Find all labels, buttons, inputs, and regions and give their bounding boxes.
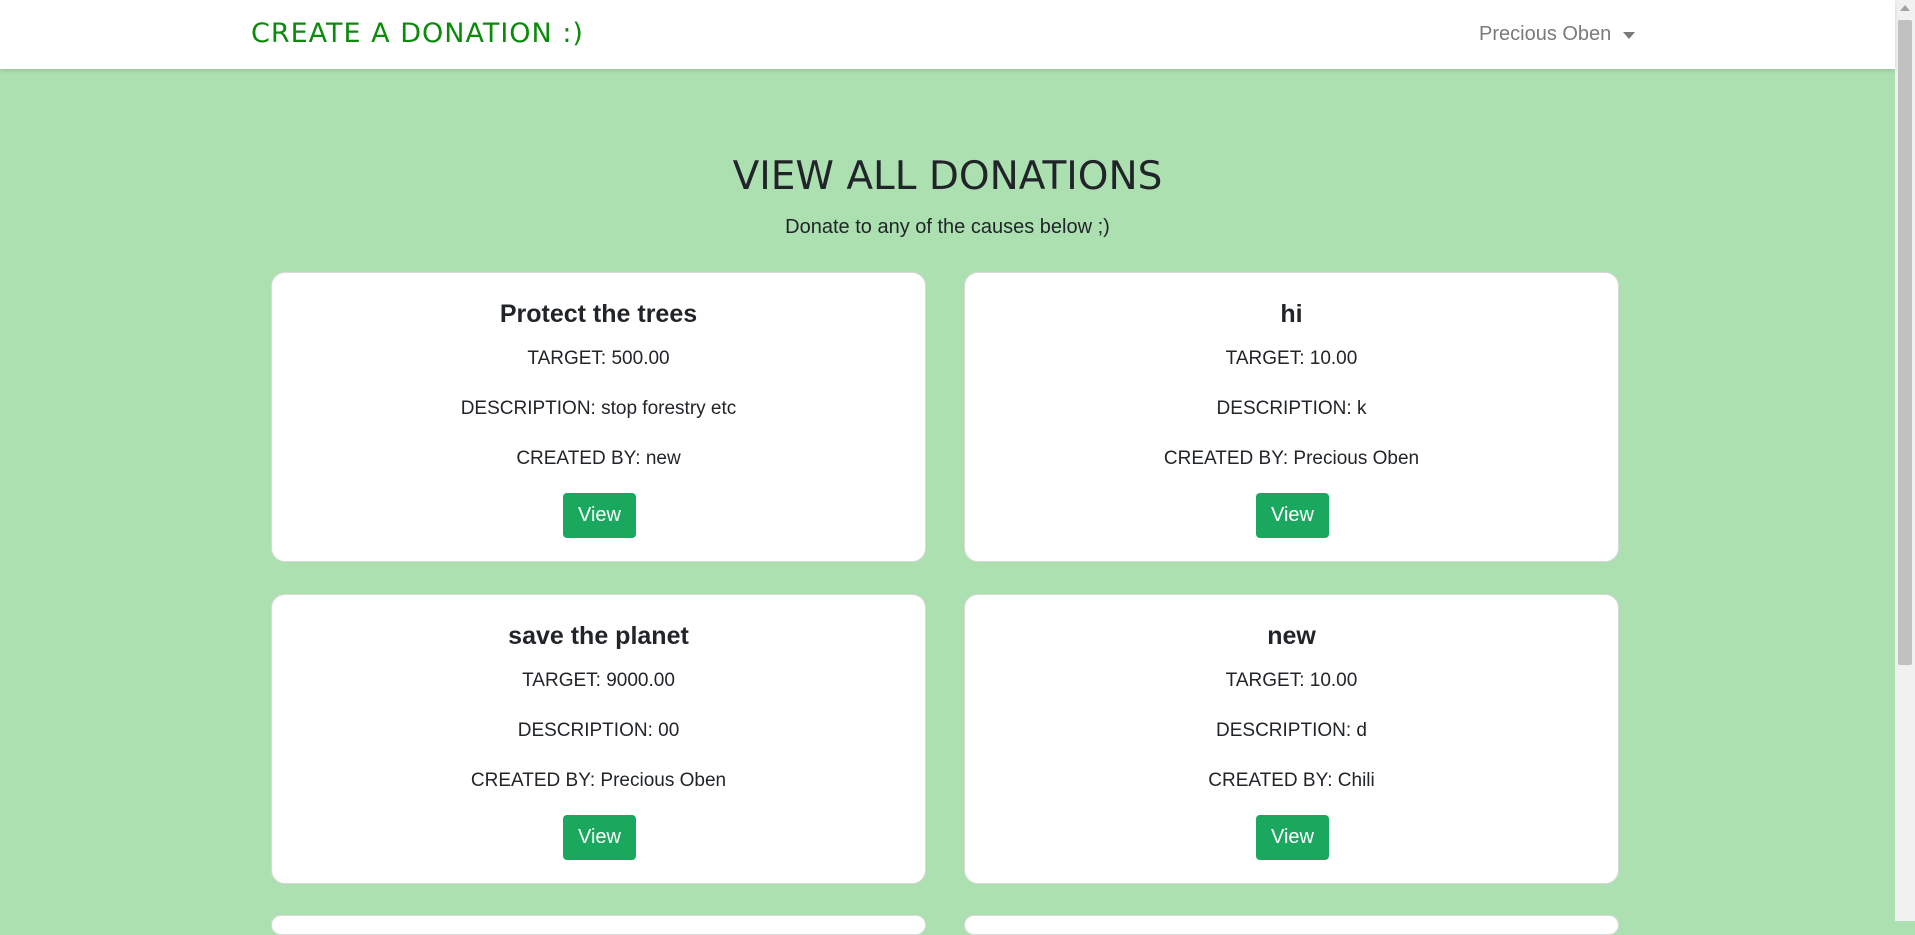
scrollbar-thumb[interactable] [1898, 20, 1912, 665]
donation-description: DESCRIPTION: d [1216, 720, 1367, 741]
brand-link[interactable]: CREATE A DONATION :) [251, 18, 584, 49]
donation-created-by: CREATED BY: new [516, 448, 681, 469]
donation-created-by: CREATED BY: Precious Oben [470, 770, 727, 791]
donation-target: TARGET: 500.00 [527, 348, 670, 369]
donation-title: save the planet [508, 622, 689, 650]
donation-title: new [1267, 622, 1316, 650]
donation-description: DESCRIPTION: k [1216, 398, 1367, 419]
donation-card: new TARGET: 10.00 DESCRIPTION: d CREATED… [964, 594, 1619, 884]
donation-created-by: CREATED BY: Precious Oben [1163, 448, 1420, 469]
page-subtitle: Donate to any of the causes below ;) [785, 216, 1110, 238]
donation-card: save the planet TARGET: 9000.00 DESCRIPT… [271, 594, 926, 884]
caret-down-icon [1623, 32, 1636, 39]
view-button[interactable]: View [563, 815, 636, 860]
user-name: Precious Oben [1479, 23, 1612, 45]
donation-target: TARGET: 9000.00 [522, 670, 675, 691]
donation-target: TARGET: 10.00 [1225, 348, 1358, 369]
page-title: VIEW ALL DONATIONS [732, 154, 1163, 199]
navbar: CREATE A DONATION :) Precious Oben [0, 0, 1895, 69]
donation-card: hi TARGET: 10.00 DESCRIPTION: k CREATED … [964, 272, 1619, 562]
view-button[interactable]: View [1256, 815, 1329, 860]
donation-title: Protect the trees [499, 300, 698, 328]
donation-description: DESCRIPTION: stop forestry etc [460, 398, 737, 419]
scroll-up-arrow-icon[interactable] [1900, 5, 1910, 11]
donation-created-by: CREATED BY: Chili [1208, 770, 1375, 791]
view-button[interactable]: View [1256, 493, 1329, 538]
user-dropdown[interactable]: Precious Oben [1479, 23, 1636, 46]
view-button[interactable]: View [563, 493, 636, 538]
donation-card: Protect the trees TARGET: 500.00 DESCRIP… [271, 272, 926, 562]
donation-target: TARGET: 10.00 [1225, 670, 1358, 691]
donation-title: hi [1280, 300, 1303, 328]
donation-card-partial [964, 915, 1619, 935]
donation-description: DESCRIPTION: 00 [517, 720, 680, 741]
donation-card-partial [271, 915, 926, 935]
scrollbar[interactable] [1895, 0, 1915, 921]
